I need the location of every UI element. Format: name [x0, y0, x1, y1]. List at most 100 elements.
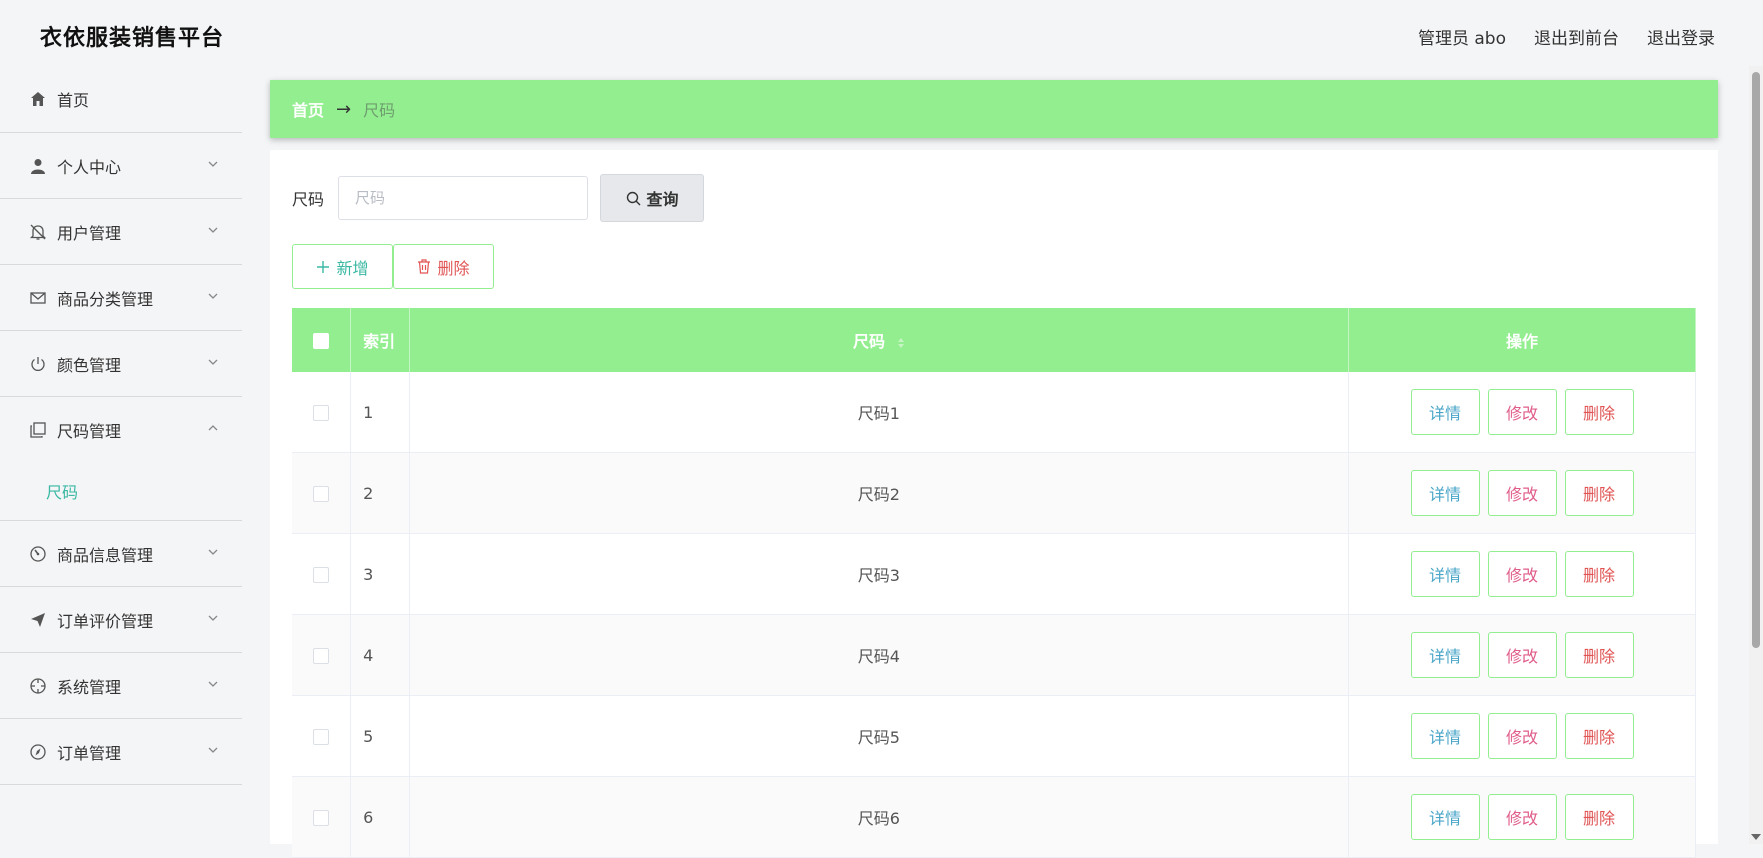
crosshair-icon: [27, 675, 49, 697]
sort-icon[interactable]: [897, 337, 905, 349]
sidebar-item-label: 订单管理: [57, 743, 122, 763]
table-row: 6 尺码6 详情 修改 删除: [292, 776, 1696, 858]
sidebar-item-size[interactable]: 尺码管理: [0, 397, 242, 462]
detail-button[interactable]: 详情: [1410, 551, 1480, 597]
detail-button[interactable]: 详情: [1410, 389, 1480, 435]
row-index: 2: [350, 452, 410, 534]
table-row: 1 尺码1 详情 修改 删除: [292, 372, 1696, 453]
search-label: 尺码: [292, 190, 325, 209]
edit-button[interactable]: 修改: [1487, 632, 1557, 678]
chevron-down-icon: [208, 549, 218, 555]
vertical-scrollbar[interactable]: [1749, 66, 1763, 844]
sidebar-item-color[interactable]: 颜色管理: [0, 331, 242, 397]
app-title: 衣依服装销售平台: [40, 26, 225, 51]
sidebar-item-personal[interactable]: 个人中心: [0, 133, 242, 199]
edit-button[interactable]: 修改: [1487, 794, 1557, 840]
table-row: 4 尺码4 详情 修改 删除: [292, 614, 1696, 696]
sidebar-item-label: 用户管理: [57, 223, 122, 243]
edit-button[interactable]: 修改: [1487, 551, 1557, 597]
compass-icon: [27, 741, 49, 763]
add-button[interactable]: 新增: [292, 244, 393, 289]
gauge-icon: [27, 543, 49, 565]
sidebar-item-users[interactable]: 用户管理: [0, 199, 242, 265]
sidebar-item-order-review[interactable]: 订单评价管理: [0, 587, 242, 653]
edit-button[interactable]: 修改: [1487, 389, 1557, 435]
chevron-down-icon: [208, 615, 218, 621]
sidebar-item-orders[interactable]: 订单管理: [0, 719, 242, 785]
delete-button[interactable]: 删除: [1564, 794, 1634, 840]
table-row: 3 尺码3 详情 修改 删除: [292, 533, 1696, 615]
edit-button[interactable]: 修改: [1487, 470, 1557, 516]
delete-button[interactable]: 删除: [1564, 470, 1634, 516]
chevron-down-icon: [208, 293, 218, 299]
user-icon: [27, 155, 49, 177]
action-row: 新增 删除: [292, 244, 494, 289]
detail-button[interactable]: 详情: [1410, 713, 1480, 759]
exit-to-front-link[interactable]: 退出到前台: [1534, 24, 1619, 49]
scrollbar-thumb[interactable]: [1752, 72, 1760, 648]
main-content: 首页 → 尺码 尺码 查询 新增 删除: [270, 66, 1718, 858]
size-search-input[interactable]: [338, 176, 589, 220]
breadcrumb-current: 尺码: [363, 101, 396, 120]
row-checkbox[interactable]: [313, 729, 330, 745]
sidebar-item-label: 首页: [57, 91, 90, 110]
delete-button[interactable]: 删除: [1564, 632, 1634, 678]
edit-button[interactable]: 修改: [1487, 713, 1557, 759]
logout-link[interactable]: 退出登录: [1647, 24, 1715, 49]
sidebar-item-label: 订单评价管理: [57, 611, 154, 631]
search-row: 尺码 查询: [292, 174, 705, 222]
power-icon: [27, 353, 49, 375]
row-checkbox[interactable]: [313, 648, 330, 664]
select-all-checkbox[interactable]: [313, 333, 330, 349]
row-checkbox[interactable]: [313, 486, 330, 502]
row-checkbox[interactable]: [313, 405, 330, 421]
row-index: 5: [350, 695, 410, 777]
delete-button[interactable]: 删除: [1564, 389, 1634, 435]
sidebar-item-category[interactable]: 商品分类管理: [0, 265, 242, 331]
sidebar-subitem-size[interactable]: 尺码: [0, 462, 242, 521]
app-header: 衣依服装销售平台 管理员 abo 退出到前台 退出登录: [0, 0, 1763, 66]
chevron-down-icon: [208, 681, 218, 687]
table-row: 5 尺码5 详情 修改 删除: [292, 695, 1696, 777]
row-size: 尺码3: [409, 533, 1350, 615]
breadcrumb-arrow: →: [336, 98, 352, 120]
size-header[interactable]: 尺码: [409, 308, 1350, 372]
sidebar: 首页 个人中心 用户管理 商品分类管理 颜色管理 尺码管理 尺码 商品信息管理 …: [0, 66, 242, 844]
batch-delete-button[interactable]: 删除: [393, 244, 494, 289]
chevron-down-icon: [208, 359, 218, 365]
mail-icon: [27, 287, 49, 309]
row-size: 尺码1: [409, 372, 1350, 453]
table-row: 2 尺码2 详情 修改 删除: [292, 452, 1696, 534]
index-header: 索引: [350, 308, 410, 372]
search-button[interactable]: 查询: [600, 174, 705, 222]
delete-button[interactable]: 删除: [1564, 713, 1634, 759]
chevron-down-icon: [208, 747, 218, 753]
row-checkbox[interactable]: [313, 567, 330, 583]
detail-button[interactable]: 详情: [1410, 632, 1480, 678]
send-icon: [27, 609, 49, 631]
search-icon: [626, 191, 640, 205]
plus-icon: [317, 260, 330, 273]
search-button-label: 查询: [646, 190, 679, 209]
detail-button[interactable]: 详情: [1410, 470, 1480, 516]
sidebar-item-system[interactable]: 系统管理: [0, 653, 242, 719]
copy-icon: [27, 419, 49, 441]
size-table: 索引 尺码 操作 1 尺码1 详情 修改 删除 2 尺码2 详情 修改 删除 3…: [292, 308, 1696, 858]
chevron-down-icon: [208, 227, 218, 233]
ops-header: 操作: [1348, 308, 1696, 372]
sidebar-item-label: 商品信息管理: [57, 545, 154, 565]
select-all-cell: [292, 308, 352, 372]
delete-button[interactable]: 删除: [1564, 551, 1634, 597]
header-links: 管理员 abo 退出到前台 退出登录: [1418, 24, 1715, 49]
scroll-down-arrow-icon[interactable]: [1751, 834, 1761, 840]
content-panel: 尺码 查询 新增 删除: [270, 150, 1718, 858]
chevron-up-icon: [208, 425, 218, 431]
row-checkbox[interactable]: [313, 810, 330, 826]
current-user-label: 管理员 abo: [1417, 29, 1506, 49]
trash-icon: [418, 259, 431, 274]
row-index: 6: [350, 776, 410, 858]
sidebar-item-product-info[interactable]: 商品信息管理: [0, 521, 242, 587]
detail-button[interactable]: 详情: [1410, 794, 1480, 840]
breadcrumb-home[interactable]: 首页: [292, 97, 324, 121]
sidebar-item-home[interactable]: 首页: [0, 66, 242, 133]
